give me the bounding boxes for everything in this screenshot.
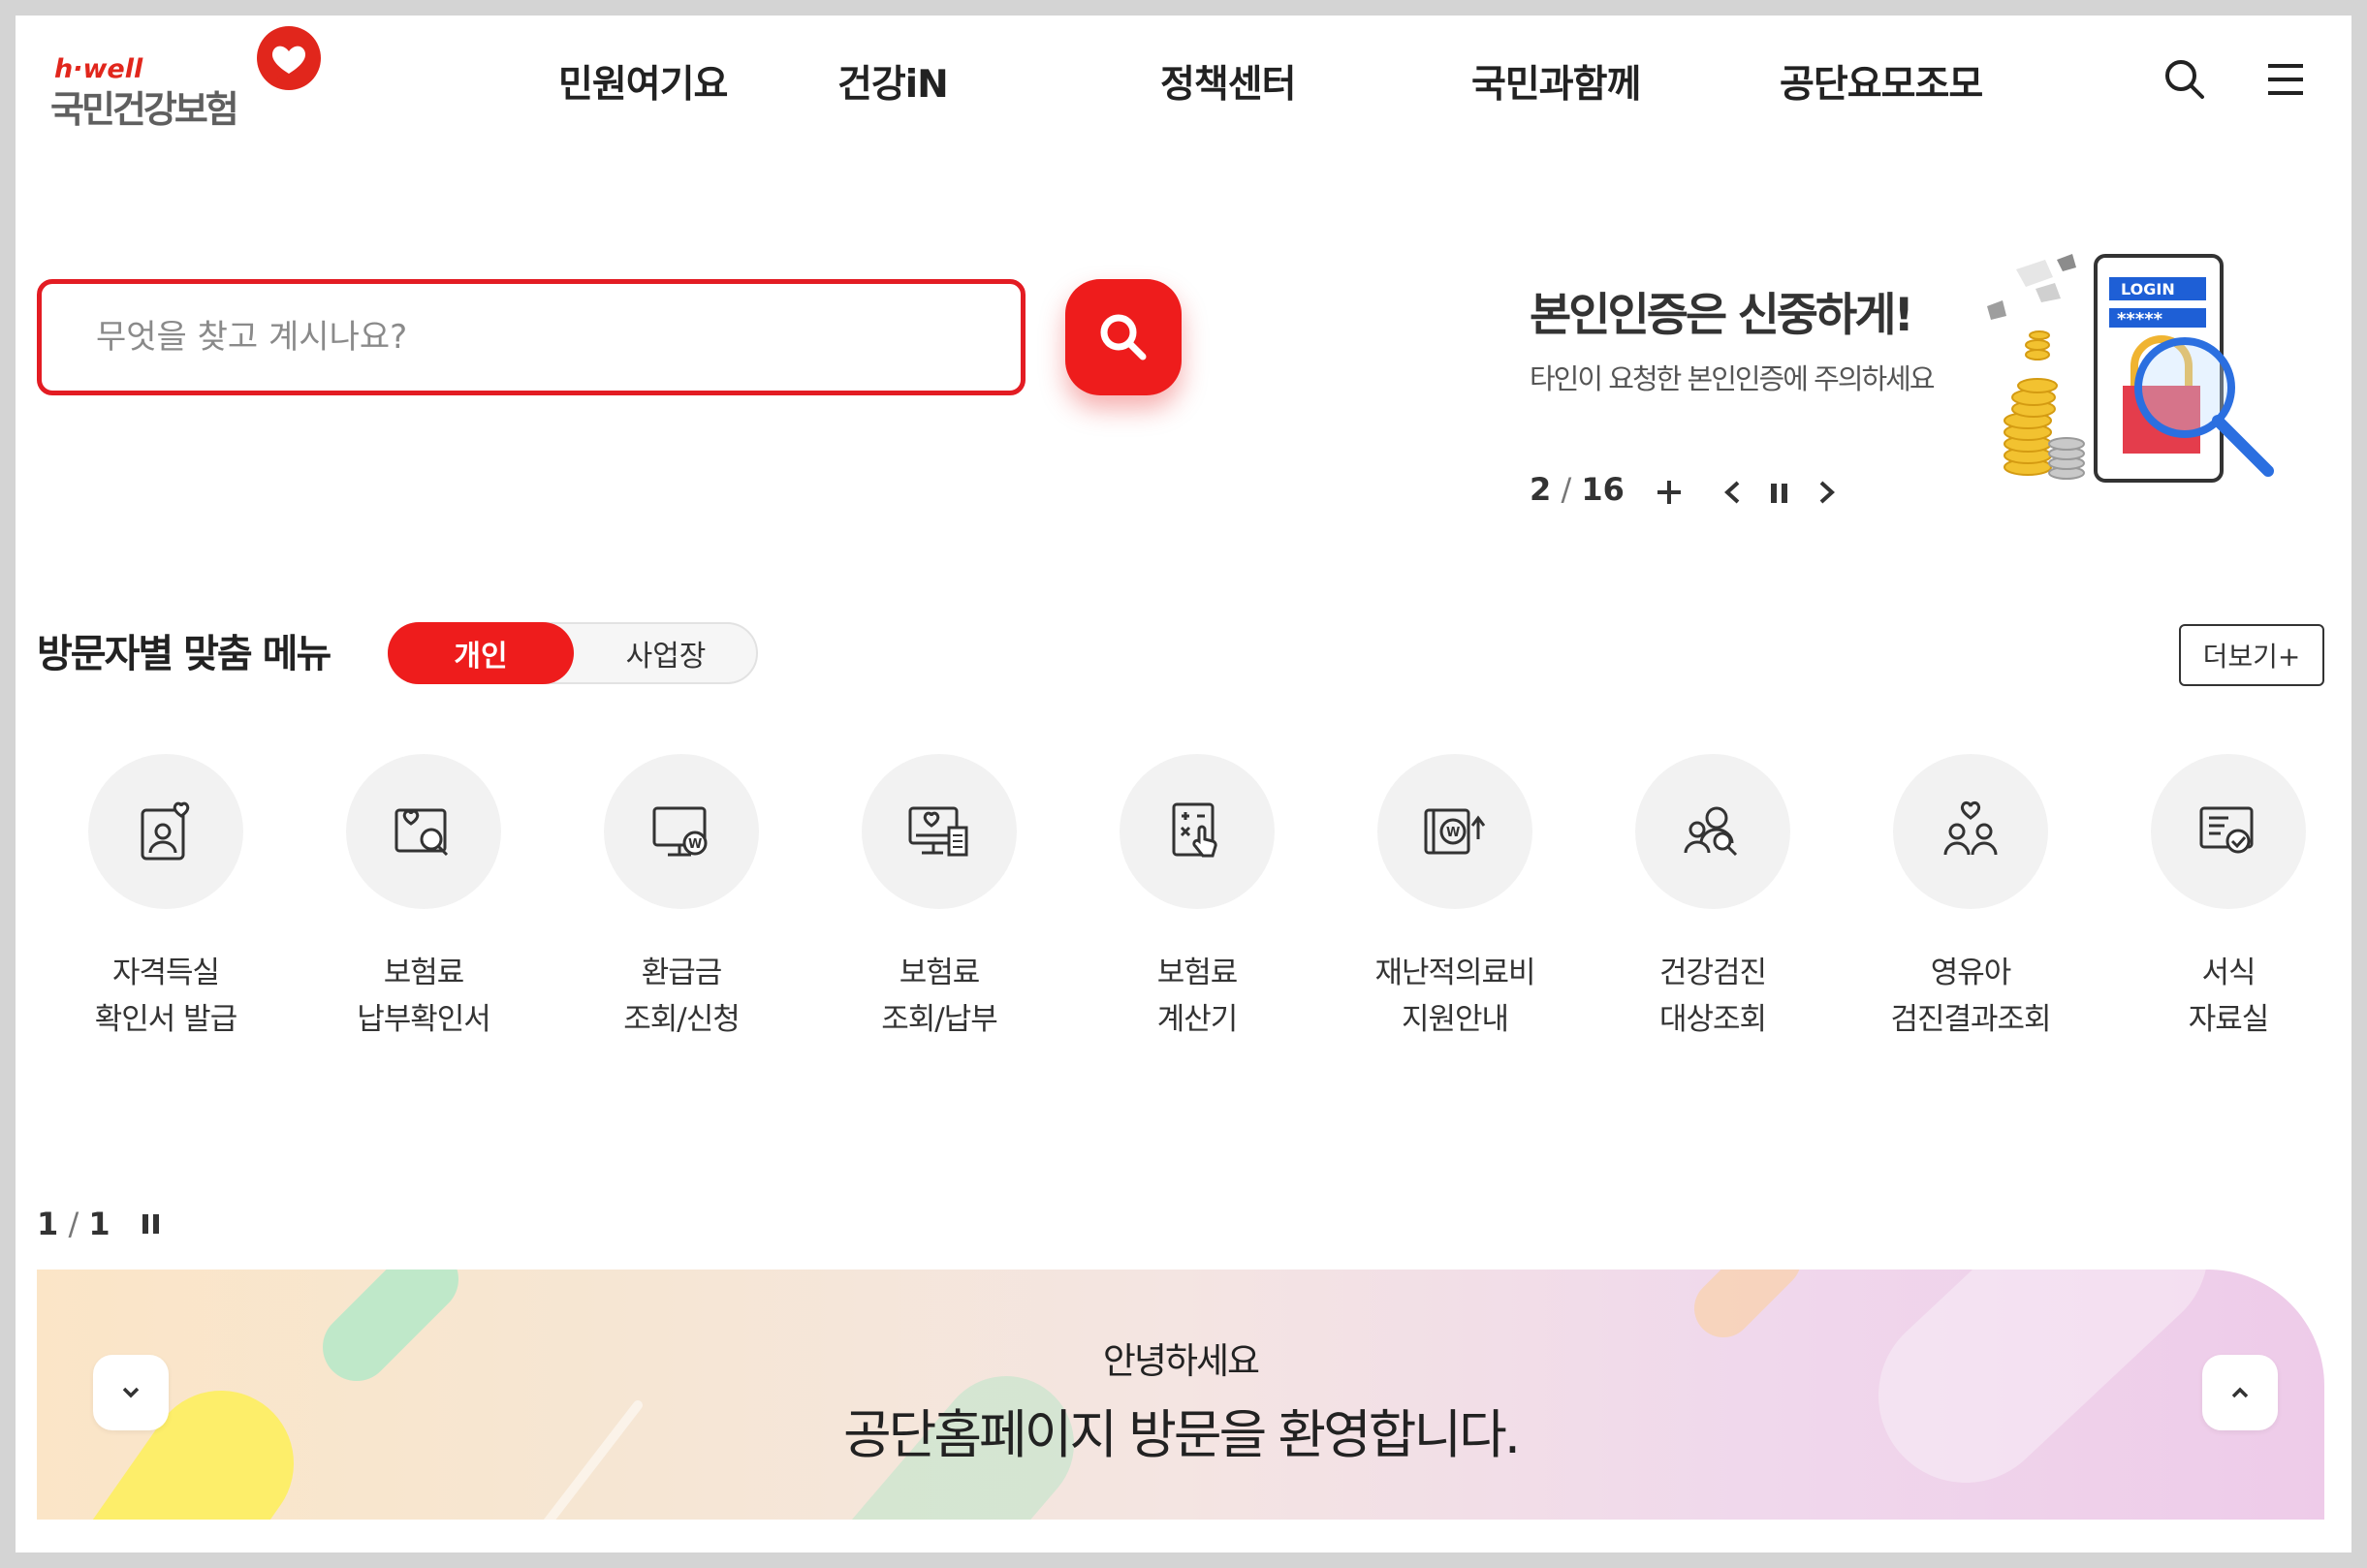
search-input[interactable] bbox=[42, 284, 1021, 391]
tile-label: 자격득실 확인서 발급 bbox=[94, 956, 237, 1037]
tile-circle bbox=[1120, 754, 1275, 909]
audience-toggle: 개인 사업장 bbox=[388, 622, 758, 684]
banner-pager-current: 2 bbox=[1530, 471, 1552, 508]
chevron-right-icon[interactable] bbox=[1809, 475, 1844, 510]
tab-personal[interactable]: 개인 bbox=[388, 622, 574, 684]
chevron-up-icon bbox=[2231, 1387, 2249, 1398]
menu-item-checkup-target[interactable]: 건강검진 대상조회 bbox=[1584, 754, 1842, 1064]
nav-item-civil[interactable]: 민원여기요 bbox=[558, 54, 728, 109]
banner-pager-total: 16 bbox=[1581, 471, 1625, 508]
family-heart-icon bbox=[1943, 801, 1998, 856]
won-support-icon: W bbox=[1424, 808, 1486, 855]
monitor-receipt-icon bbox=[908, 806, 968, 857]
tile-circle bbox=[1893, 754, 2048, 909]
more-button[interactable]: 더보기+ bbox=[2179, 624, 2324, 686]
welcome-banner: 안녕하세요 공단홈페이지 방문을 환영합니다. bbox=[37, 1270, 2324, 1520]
search-box bbox=[37, 279, 1026, 395]
menu-item-calculator[interactable]: 보험료 계산기 bbox=[1068, 754, 1326, 1064]
tile-circle bbox=[862, 754, 1017, 909]
tile-label: 서식 자료실 bbox=[2188, 956, 2270, 1037]
plus-icon[interactable] bbox=[1652, 475, 1687, 510]
menu-item-forms[interactable]: 서식 자료실 bbox=[2099, 754, 2351, 1064]
expand-down-button[interactable] bbox=[93, 1355, 169, 1430]
person-heart-icon bbox=[141, 801, 190, 861]
quick-menu-list: 자격득실 확인서 발급 보험료 납부확인서 W 환급금 조회/신청 보험료 조회… bbox=[37, 754, 2344, 1064]
menu-pager-current: 1 bbox=[37, 1206, 59, 1242]
tile-circle bbox=[346, 754, 501, 909]
menu-item-payment-cert[interactable]: 보험료 납부확인서 bbox=[295, 754, 552, 1064]
tile-circle bbox=[1635, 754, 1790, 909]
chevron-left-icon[interactable] bbox=[1716, 475, 1751, 510]
menu-item-qualification[interactable]: 자격득실 확인서 발급 bbox=[37, 754, 295, 1064]
nav-item-health[interactable]: 건강iN bbox=[837, 54, 949, 109]
tile-circle: W bbox=[1377, 754, 1532, 909]
chevron-down-icon bbox=[122, 1387, 140, 1398]
search-button[interactable] bbox=[1065, 279, 1182, 395]
menu-item-refund[interactable]: W 환급금 조회/신청 bbox=[552, 754, 810, 1064]
banner-title[interactable]: 본인인증은 신중하게! bbox=[1530, 277, 1914, 344]
collapse-up-button[interactable] bbox=[2202, 1355, 2278, 1430]
search-button-icon bbox=[1100, 314, 1147, 361]
logo-title: 국민건강보험 bbox=[50, 88, 239, 131]
login-security-illustration: LOGIN ***** bbox=[1987, 254, 2274, 483]
nav-item-public[interactable]: 국민과함께 bbox=[1471, 54, 1641, 109]
illust-password-text: ***** bbox=[2117, 309, 2163, 329]
menu-pager: 1 / 1 bbox=[37, 1206, 110, 1242]
people-search-icon bbox=[1684, 806, 1738, 857]
page: h·well 국민건강보험 민원여기요 건강iN 정책센터 국민과함께 공단요모… bbox=[16, 16, 2351, 1552]
tile-label: 보험료 조회/납부 bbox=[881, 956, 998, 1037]
banner-pager: 2 / 16 bbox=[1530, 471, 1625, 508]
tile-circle: W bbox=[604, 754, 759, 909]
banner-subtitle: 타인이 요청한 본인인증에 주의하세요 bbox=[1530, 362, 1936, 395]
tile-label: 보험료 납부확인서 bbox=[357, 956, 491, 1037]
hamburger-menu-icon[interactable] bbox=[2262, 56, 2309, 103]
welcome-hello: 안녕하세요 bbox=[1102, 1340, 1260, 1382]
tile-label: 보험료 계산기 bbox=[1156, 956, 1239, 1037]
menu-item-catastrophic[interactable]: W 재난적의료비 지원안내 bbox=[1326, 754, 1584, 1064]
illust-login-text: LOGIN bbox=[2121, 280, 2175, 298]
tile-label: 재난적의료비 지원안내 bbox=[1374, 956, 1535, 1037]
pause-icon[interactable] bbox=[1762, 475, 1797, 510]
welcome-message: 공단홈페이지 방문을 환영합니다. bbox=[842, 1404, 1521, 1465]
tab-business[interactable]: 사업장 bbox=[574, 622, 758, 684]
svg-text:W: W bbox=[1446, 826, 1460, 840]
menu-section-title: 방문자별 맞춤 메뉴 bbox=[37, 632, 331, 676]
tile-label: 영유아 검진결과조회 bbox=[1890, 956, 2051, 1037]
tile-label: 건강검진 대상조회 bbox=[1658, 956, 1767, 1037]
tile-label: 환급금 조회/신청 bbox=[623, 956, 741, 1037]
nav-item-policy[interactable]: 정책센터 bbox=[1160, 54, 1297, 109]
menu-item-premium-inquiry[interactable]: 보험료 조회/납부 bbox=[810, 754, 1068, 1064]
logo[interactable]: h·well 국민건강보험 bbox=[37, 25, 328, 132]
calculator-icon bbox=[1172, 802, 1217, 858]
logo-heart-icon bbox=[257, 26, 321, 90]
tile-circle bbox=[88, 754, 243, 909]
tile-circle bbox=[2151, 754, 2306, 909]
pause-icon[interactable] bbox=[134, 1206, 169, 1240]
search-icon[interactable] bbox=[2162, 56, 2208, 103]
svg-text:W: W bbox=[688, 837, 702, 852]
monitor-won-icon: W bbox=[652, 806, 708, 857]
nav-item-corporation[interactable]: 공단요모조모 bbox=[1780, 54, 1983, 109]
form-check-icon bbox=[2199, 806, 2254, 854]
menu-item-infant-checkup[interactable]: 영유아 검진결과조회 bbox=[1842, 754, 2099, 1064]
menu-pager-total: 1 bbox=[88, 1206, 110, 1242]
document-search-icon bbox=[394, 808, 449, 857]
